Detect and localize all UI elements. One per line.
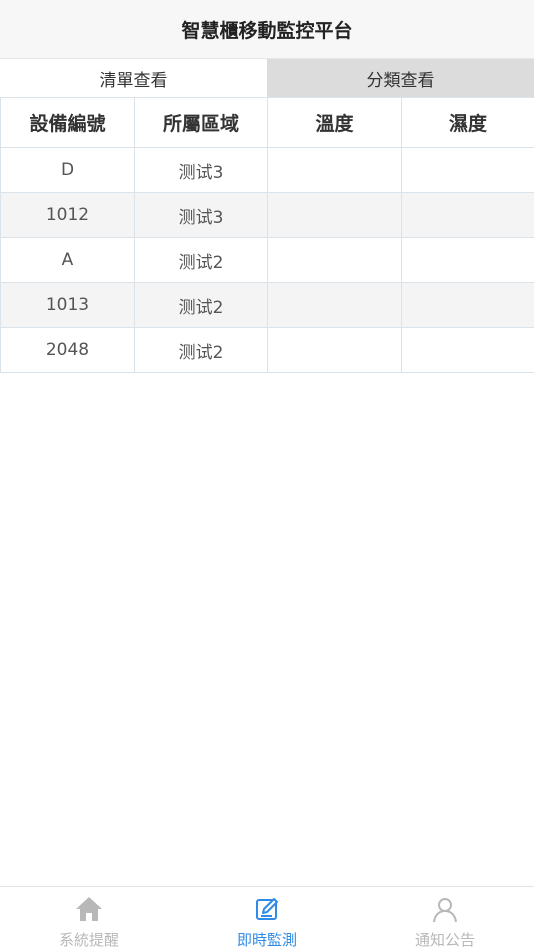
tab-category-view-label: 分類查看 bbox=[367, 66, 435, 91]
device-table: 設備編號 所屬區域 溫度 濕度 D 测试3 1012 测试3 A 测试2 101… bbox=[0, 97, 534, 373]
column-header-area: 所屬區域 bbox=[135, 98, 268, 148]
column-header-humidity: 濕度 bbox=[402, 98, 534, 148]
table-row[interactable]: D 测试3 bbox=[1, 148, 534, 193]
nav-item-system-alerts[interactable]: 系統提醒 bbox=[0, 887, 178, 951]
tab-list-view-label: 清單查看 bbox=[100, 66, 168, 91]
cell-area: 测试2 bbox=[135, 283, 268, 328]
cell-temperature bbox=[268, 328, 402, 373]
cell-device-id: 1013 bbox=[1, 283, 135, 328]
cell-humidity bbox=[402, 328, 534, 373]
cell-area: 测试2 bbox=[135, 238, 268, 283]
cell-device-id: 2048 bbox=[1, 328, 135, 373]
cell-device-id: D bbox=[1, 148, 135, 193]
bottom-nav: 系統提醒 即時監測 通知公告 bbox=[0, 886, 534, 951]
cell-humidity bbox=[402, 283, 534, 328]
cell-humidity bbox=[402, 193, 534, 238]
page-title: 智慧櫃移動監控平台 bbox=[181, 16, 352, 43]
table-row[interactable]: 1012 测试3 bbox=[1, 193, 534, 238]
nav-label-system-alerts: 系統提醒 bbox=[59, 929, 119, 950]
cell-temperature bbox=[268, 238, 402, 283]
column-header-temperature: 溫度 bbox=[268, 98, 402, 148]
cell-humidity bbox=[402, 238, 534, 283]
column-header-device-id: 設備編號 bbox=[1, 98, 135, 148]
tab-list-view[interactable]: 清單查看 bbox=[0, 59, 267, 97]
nav-label-realtime-monitor: 即時監測 bbox=[237, 929, 297, 950]
tab-category-view[interactable]: 分類查看 bbox=[267, 59, 534, 97]
cell-temperature bbox=[268, 148, 402, 193]
table-row[interactable]: A 测试2 bbox=[1, 238, 534, 283]
table-row[interactable]: 2048 测试2 bbox=[1, 328, 534, 373]
nav-label-notices: 通知公告 bbox=[415, 929, 475, 950]
table-row[interactable]: 1013 测试2 bbox=[1, 283, 534, 328]
cell-device-id: 1012 bbox=[1, 193, 135, 238]
cell-area: 测试3 bbox=[135, 193, 268, 238]
cell-area: 测试2 bbox=[135, 328, 268, 373]
cell-device-id: A bbox=[1, 238, 135, 283]
nav-item-realtime-monitor[interactable]: 即時監測 bbox=[178, 887, 356, 951]
cell-temperature bbox=[268, 193, 402, 238]
cell-humidity bbox=[402, 148, 534, 193]
cell-temperature bbox=[268, 283, 402, 328]
user-icon bbox=[430, 894, 460, 924]
edit-icon bbox=[252, 894, 282, 924]
nav-item-notices[interactable]: 通知公告 bbox=[356, 887, 534, 951]
page-header: 智慧櫃移動監控平台 bbox=[0, 0, 534, 59]
table-header-row: 設備編號 所屬區域 溫度 濕度 bbox=[1, 98, 534, 148]
cell-area: 测试3 bbox=[135, 148, 268, 193]
view-tabs: 清單查看 分類查看 bbox=[0, 59, 534, 97]
home-icon bbox=[74, 894, 104, 924]
